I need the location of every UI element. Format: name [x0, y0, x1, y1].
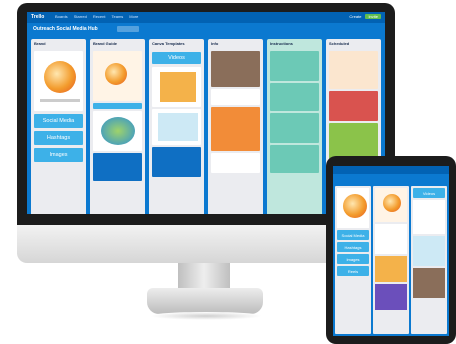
- nav-more[interactable]: More: [129, 14, 138, 19]
- tablet-orange-card[interactable]: [375, 256, 407, 282]
- list-title[interactable]: Canva Templates: [149, 39, 204, 49]
- board-visibility-chip[interactable]: [117, 26, 139, 32]
- brand-logo-image: [44, 61, 76, 93]
- tablet-list-templates: Videos: [411, 186, 447, 334]
- text-card-2[interactable]: [211, 153, 260, 173]
- app-logo[interactable]: Trello: [31, 14, 44, 20]
- scheduled-card-3[interactable]: [329, 123, 378, 159]
- monitor-stand-neck: [178, 263, 230, 291]
- blue-card[interactable]: [152, 147, 201, 177]
- tablet-screen: Social Media Hashtags Images Reels Video…: [333, 166, 449, 336]
- scheduled-card-2[interactable]: [329, 91, 378, 121]
- orange-card[interactable]: [211, 107, 260, 151]
- teal-card[interactable]: [270, 51, 319, 81]
- tablet-pill-videos[interactable]: Videos: [413, 188, 445, 198]
- nav-teams[interactable]: Teams: [112, 14, 124, 19]
- brand-logo-image: [383, 194, 401, 212]
- tablet-pill-social-media[interactable]: Social Media: [337, 230, 369, 240]
- tablet-list-brand: Social Media Hashtags Images Reels: [335, 186, 371, 334]
- tablet-template-card-2[interactable]: [413, 236, 445, 266]
- nav-boards[interactable]: Boards: [55, 14, 68, 19]
- list-instructions: Instructions: [267, 39, 322, 214]
- tablet-template-card[interactable]: [413, 200, 445, 234]
- create-button[interactable]: Create: [349, 14, 361, 19]
- nav-links: Boards Starred Recent Teams More: [55, 14, 138, 19]
- list-info: Info: [208, 39, 263, 214]
- list-title[interactable]: Info: [208, 39, 263, 49]
- template-thumbnail: [160, 72, 196, 102]
- tablet-lists: Social Media Hashtags Images Reels Video…: [335, 186, 447, 334]
- board-header: Outreach Social Media Hub: [27, 23, 385, 37]
- pill-videos[interactable]: Videos: [152, 52, 201, 64]
- teal-card-4[interactable]: [270, 145, 319, 173]
- template-card[interactable]: [152, 67, 201, 107]
- tablet-guide-card[interactable]: [375, 188, 407, 222]
- label-strip[interactable]: [93, 103, 142, 109]
- logo-card[interactable]: [34, 51, 83, 111]
- tablet-pill-reels[interactable]: Reels: [337, 266, 369, 276]
- topbar-actions: Create Invite: [349, 14, 381, 19]
- list-title[interactable]: Scheduled: [326, 39, 381, 49]
- monitor-shadow: [150, 312, 262, 320]
- nav-starred[interactable]: Starred: [74, 14, 87, 19]
- list-canva-templates: Canva Templates Videos: [149, 39, 204, 214]
- monitor-stand-base: [147, 288, 263, 314]
- tablet-list-guide: [373, 186, 409, 334]
- top-navbar: Trello Boards Starred Recent Teams More …: [27, 12, 385, 23]
- card-caption-line: [40, 99, 80, 102]
- globe-image: [101, 117, 135, 145]
- photo-card[interactable]: [211, 51, 260, 87]
- tablet-image-card[interactable]: [375, 224, 407, 254]
- brand-logo-image: [105, 63, 127, 85]
- list-title[interactable]: Instructions: [267, 39, 322, 49]
- nav-recent[interactable]: Recent: [93, 14, 106, 19]
- tablet-logo-card[interactable]: [337, 188, 369, 228]
- template-thumbnail: [158, 113, 198, 141]
- tablet-topbar: [333, 166, 449, 174]
- template-card-2[interactable]: [152, 109, 201, 145]
- list-title[interactable]: Brand Guide: [90, 39, 145, 49]
- image-card[interactable]: [93, 111, 142, 151]
- tablet-pill-hashtags[interactable]: Hashtags: [337, 242, 369, 252]
- blue-card[interactable]: [93, 153, 142, 181]
- list-brand-guide: Brand Guide: [90, 39, 145, 214]
- guide-card[interactable]: [93, 51, 142, 101]
- text-card[interactable]: [211, 89, 260, 105]
- pill-images[interactable]: Images: [34, 148, 83, 162]
- tablet-purple-card[interactable]: [375, 284, 407, 310]
- brand-logo-image: [343, 194, 367, 218]
- pill-hashtags[interactable]: Hashtags: [34, 131, 83, 145]
- teal-card-2[interactable]: [270, 83, 319, 111]
- tablet-pill-images[interactable]: Images: [337, 254, 369, 264]
- teal-card-3[interactable]: [270, 113, 319, 143]
- tablet-photo-card[interactable]: [413, 268, 445, 298]
- scheduled-card[interactable]: [329, 51, 378, 89]
- list-brand: Brand Social Media Hashtags Images: [31, 39, 86, 214]
- pill-social-media[interactable]: Social Media: [34, 114, 83, 128]
- board-title[interactable]: Outreach Social Media Hub: [33, 26, 98, 32]
- list-title[interactable]: Brand: [31, 39, 86, 49]
- invite-button[interactable]: Invite: [365, 14, 381, 19]
